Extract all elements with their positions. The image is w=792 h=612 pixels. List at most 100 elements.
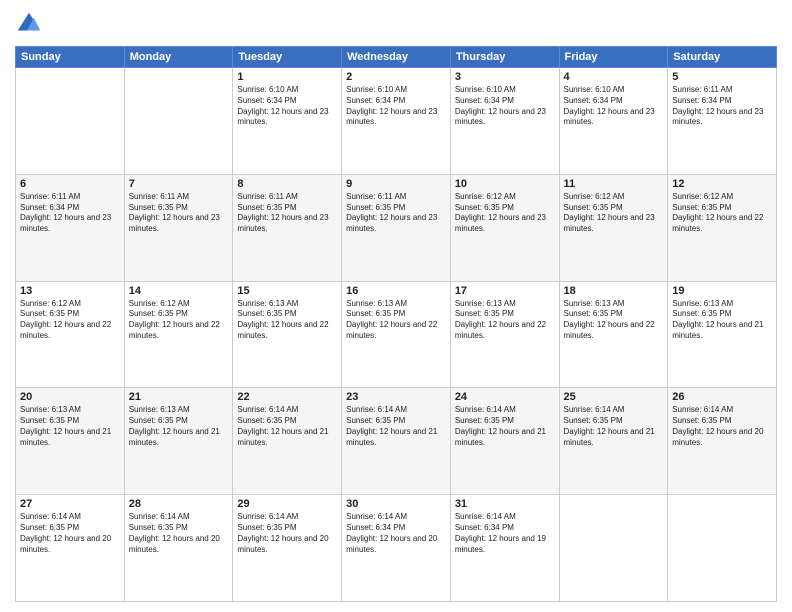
- day-number: 26: [672, 391, 772, 403]
- day-number: 3: [455, 71, 555, 83]
- day-info: Sunrise: 6:10 AM Sunset: 6:34 PM Dayligh…: [564, 85, 664, 128]
- header: [15, 10, 777, 38]
- day-info: Sunrise: 6:12 AM Sunset: 6:35 PM Dayligh…: [129, 299, 229, 342]
- day-info: Sunrise: 6:12 AM Sunset: 6:35 PM Dayligh…: [20, 299, 120, 342]
- calendar-cell: [124, 68, 233, 175]
- day-info: Sunrise: 6:10 AM Sunset: 6:34 PM Dayligh…: [455, 85, 555, 128]
- day-number: 1: [237, 71, 337, 83]
- day-info: Sunrise: 6:14 AM Sunset: 6:35 PM Dayligh…: [346, 405, 446, 448]
- day-info: Sunrise: 6:14 AM Sunset: 6:35 PM Dayligh…: [564, 405, 664, 448]
- day-info: Sunrise: 6:14 AM Sunset: 6:35 PM Dayligh…: [455, 405, 555, 448]
- weekday-header: Saturday: [668, 47, 777, 68]
- calendar-cell: 22 Sunrise: 6:14 AM Sunset: 6:35 PM Dayli…: [233, 388, 342, 495]
- day-info: Sunrise: 6:14 AM Sunset: 6:35 PM Dayligh…: [129, 512, 229, 555]
- day-number: 2: [346, 71, 446, 83]
- weekday-header: Wednesday: [342, 47, 451, 68]
- calendar-cell: 16 Sunrise: 6:13 AM Sunset: 6:35 PM Dayli…: [342, 281, 451, 388]
- day-number: 20: [20, 391, 120, 403]
- calendar-table: SundayMondayTuesdayWednesdayThursdayFrid…: [15, 46, 777, 602]
- day-info: Sunrise: 6:10 AM Sunset: 6:34 PM Dayligh…: [237, 85, 337, 128]
- calendar-header-row: SundayMondayTuesdayWednesdayThursdayFrid…: [16, 47, 777, 68]
- day-number: 10: [455, 178, 555, 190]
- calendar-cell: 20 Sunrise: 6:13 AM Sunset: 6:35 PM Dayli…: [16, 388, 125, 495]
- weekday-header: Thursday: [450, 47, 559, 68]
- day-number: 4: [564, 71, 664, 83]
- day-info: Sunrise: 6:13 AM Sunset: 6:35 PM Dayligh…: [20, 405, 120, 448]
- day-number: 14: [129, 285, 229, 297]
- day-info: Sunrise: 6:14 AM Sunset: 6:35 PM Dayligh…: [20, 512, 120, 555]
- day-number: 15: [237, 285, 337, 297]
- day-info: Sunrise: 6:11 AM Sunset: 6:34 PM Dayligh…: [20, 192, 120, 235]
- calendar-week-row: 27 Sunrise: 6:14 AM Sunset: 6:35 PM Dayli…: [16, 495, 777, 602]
- day-info: Sunrise: 6:13 AM Sunset: 6:35 PM Dayligh…: [564, 299, 664, 342]
- day-info: Sunrise: 6:14 AM Sunset: 6:34 PM Dayligh…: [346, 512, 446, 555]
- calendar-cell: 7 Sunrise: 6:11 AM Sunset: 6:35 PM Daylig…: [124, 174, 233, 281]
- day-number: 7: [129, 178, 229, 190]
- day-number: 27: [20, 498, 120, 510]
- day-info: Sunrise: 6:13 AM Sunset: 6:35 PM Dayligh…: [672, 299, 772, 342]
- calendar-cell: 29Sunrise: 6:14 AM Sunset: 6:35 PM Dayli…: [233, 495, 342, 602]
- calendar-cell: 12Sunrise: 6:12 AM Sunset: 6:35 PM Dayli…: [668, 174, 777, 281]
- page: SundayMondayTuesdayWednesdayThursdayFrid…: [0, 0, 792, 612]
- calendar-cell: 15 Sunrise: 6:13 AM Sunset: 6:35 PM Dayli…: [233, 281, 342, 388]
- calendar-cell: 8 Sunrise: 6:11 AM Sunset: 6:35 PM Daylig…: [233, 174, 342, 281]
- calendar-cell: 5 Sunrise: 6:11 AM Sunset: 6:34 PM Daylig…: [668, 68, 777, 175]
- calendar-cell: 25Sunrise: 6:14 AM Sunset: 6:35 PM Dayli…: [559, 388, 668, 495]
- day-number: 11: [564, 178, 664, 190]
- calendar-cell: [559, 495, 668, 602]
- calendar-cell: 13 Sunrise: 6:12 AM Sunset: 6:35 PM Dayli…: [16, 281, 125, 388]
- day-info: Sunrise: 6:12 AM Sunset: 6:35 PM Dayligh…: [455, 192, 555, 235]
- calendar-cell: 10 Sunrise: 6:12 AM Sunset: 6:35 PM Dayli…: [450, 174, 559, 281]
- day-number: 30: [346, 498, 446, 510]
- calendar-cell: 11 Sunrise: 6:12 AM Sunset: 6:35 PM Dayli…: [559, 174, 668, 281]
- day-number: 19: [672, 285, 772, 297]
- day-info: Sunrise: 6:11 AM Sunset: 6:35 PM Dayligh…: [237, 192, 337, 235]
- day-info: Sunrise: 6:13 AM Sunset: 6:35 PM Dayligh…: [237, 299, 337, 342]
- day-info: Sunrise: 6:12 AM Sunset: 6:35 PM Dayligh…: [564, 192, 664, 235]
- calendar-cell: 18Sunrise: 6:13 AM Sunset: 6:35 PM Dayli…: [559, 281, 668, 388]
- day-info: Sunrise: 6:10 AM Sunset: 6:34 PM Dayligh…: [346, 85, 446, 128]
- day-number: 6: [20, 178, 120, 190]
- weekday-header: Friday: [559, 47, 668, 68]
- calendar-cell: 21 Sunrise: 6:13 AM Sunset: 6:35 PM Dayli…: [124, 388, 233, 495]
- logo: [15, 10, 47, 38]
- calendar-cell: 19 Sunrise: 6:13 AM Sunset: 6:35 PM Dayli…: [668, 281, 777, 388]
- day-info: Sunrise: 6:14 AM Sunset: 6:35 PM Dayligh…: [672, 405, 772, 448]
- calendar-cell: 26 Sunrise: 6:14 AM Sunset: 6:35 PM Dayli…: [668, 388, 777, 495]
- weekday-header: Sunday: [16, 47, 125, 68]
- day-number: 23: [346, 391, 446, 403]
- calendar-cell: 31Sunrise: 6:14 AM Sunset: 6:34 PM Dayli…: [450, 495, 559, 602]
- day-info: Sunrise: 6:13 AM Sunset: 6:35 PM Dayligh…: [129, 405, 229, 448]
- day-number: 24: [455, 391, 555, 403]
- day-info: Sunrise: 6:11 AM Sunset: 6:35 PM Dayligh…: [129, 192, 229, 235]
- day-number: 28: [129, 498, 229, 510]
- day-number: 8: [237, 178, 337, 190]
- calendar-cell: 27 Sunrise: 6:14 AM Sunset: 6:35 PM Dayli…: [16, 495, 125, 602]
- calendar-cell: 23 Sunrise: 6:14 AM Sunset: 6:35 PM Dayli…: [342, 388, 451, 495]
- calendar-cell: [16, 68, 125, 175]
- day-info: Sunrise: 6:14 AM Sunset: 6:35 PM Dayligh…: [237, 512, 337, 555]
- day-number: 16: [346, 285, 446, 297]
- calendar-week-row: 13 Sunrise: 6:12 AM Sunset: 6:35 PM Dayli…: [16, 281, 777, 388]
- calendar-week-row: 1 Sunrise: 6:10 AM Sunset: 6:34 PM Daylig…: [16, 68, 777, 175]
- day-number: 17: [455, 285, 555, 297]
- calendar-week-row: 6 Sunrise: 6:11 AM Sunset: 6:34 PM Daylig…: [16, 174, 777, 281]
- day-info: Sunrise: 6:11 AM Sunset: 6:34 PM Dayligh…: [672, 85, 772, 128]
- day-number: 13: [20, 285, 120, 297]
- calendar-cell: 1 Sunrise: 6:10 AM Sunset: 6:34 PM Daylig…: [233, 68, 342, 175]
- day-number: 9: [346, 178, 446, 190]
- calendar-cell: 6 Sunrise: 6:11 AM Sunset: 6:34 PM Daylig…: [16, 174, 125, 281]
- calendar-cell: 24 Sunrise: 6:14 AM Sunset: 6:35 PM Dayli…: [450, 388, 559, 495]
- logo-icon: [15, 10, 43, 38]
- calendar-cell: 14 Sunrise: 6:12 AM Sunset: 6:35 PM Dayli…: [124, 281, 233, 388]
- day-info: Sunrise: 6:11 AM Sunset: 6:35 PM Dayligh…: [346, 192, 446, 235]
- calendar-cell: [668, 495, 777, 602]
- day-info: Sunrise: 6:13 AM Sunset: 6:35 PM Dayligh…: [455, 299, 555, 342]
- day-number: 21: [129, 391, 229, 403]
- calendar-cell: 17 Sunrise: 6:13 AM Sunset: 6:35 PM Dayli…: [450, 281, 559, 388]
- day-number: 5: [672, 71, 772, 83]
- day-info: Sunrise: 6:13 AM Sunset: 6:35 PM Dayligh…: [346, 299, 446, 342]
- day-number: 22: [237, 391, 337, 403]
- day-info: Sunrise: 6:14 AM Sunset: 6:35 PM Dayligh…: [237, 405, 337, 448]
- day-number: 31: [455, 498, 555, 510]
